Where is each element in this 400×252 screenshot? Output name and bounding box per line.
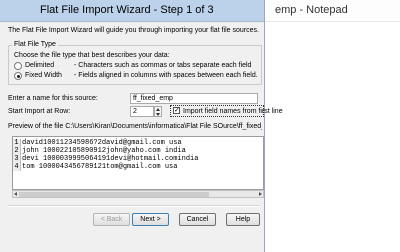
flat-file-import-wizard-dialog: Flat File Import Wizard - Step 1 of 3 Th… bbox=[0, 0, 283, 252]
radio-selected-dot bbox=[16, 74, 20, 78]
start-import-label: Start Import at Row: bbox=[8, 108, 71, 115]
delimited-description: - Characters such as commas or tabs sepa… bbox=[74, 62, 252, 69]
cancel-button[interactable]: Cancel bbox=[179, 213, 216, 226]
fixed-width-label[interactable]: Fixed Width bbox=[25, 71, 62, 80]
preview-row: 1 david100112345986?2david@gmail.com usa bbox=[13, 139, 182, 147]
fixed-width-radio[interactable] bbox=[14, 72, 22, 80]
import-field-names-label[interactable]: Import field names from first line bbox=[183, 107, 283, 116]
scroll-left-icon[interactable] bbox=[14, 192, 17, 196]
preview-row: 4 tom 1000043456789121tom@gmail.com usa bbox=[13, 163, 177, 171]
back-button[interactable]: < Back bbox=[93, 213, 130, 226]
preview-caption: Preview of the file C:\Users\Kiran\Docum… bbox=[8, 123, 262, 130]
stepper-down-icon[interactable] bbox=[156, 113, 160, 116]
dialog-titlebar[interactable]: Flat File Import Wizard - Step 1 of 3 bbox=[0, 0, 264, 22]
checkmark-icon: ✓ bbox=[174, 107, 180, 114]
flat-file-type-caption: Flat File Type bbox=[12, 40, 58, 49]
stepper-up-icon[interactable] bbox=[156, 108, 160, 111]
preview-row: 2 john 100022105890912john@yaho.com india bbox=[13, 147, 186, 155]
next-button[interactable]: Next > bbox=[132, 213, 169, 226]
fixed-width-description: - Fields aligned in columns with spaces … bbox=[74, 72, 258, 79]
row-number: 4 bbox=[13, 163, 21, 171]
scroll-right-icon[interactable] bbox=[259, 192, 262, 196]
delimited-label[interactable]: Delimited bbox=[25, 61, 54, 70]
row-number: 3 bbox=[13, 155, 21, 163]
scrollbar-thumb[interactable] bbox=[19, 192, 209, 197]
row-text: tom 1000043456789121tom@gmail.com usa bbox=[22, 163, 178, 171]
delimited-radio[interactable] bbox=[14, 62, 22, 70]
intro-text: The Flat File Import Wizard will guide y… bbox=[8, 27, 259, 34]
source-name-input[interactable]: ff_fixed_emp bbox=[130, 93, 258, 104]
file-type-instruction: Choose the file type that best describes… bbox=[14, 52, 170, 59]
help-button[interactable]: Help bbox=[226, 213, 260, 226]
row-number: 1 bbox=[13, 139, 21, 147]
row-number: 2 bbox=[13, 147, 21, 155]
file-preview-box[interactable]: 1 david100112345986?2david@gmail.com usa … bbox=[12, 136, 264, 190]
preview-row: 3 devi 1000039995064191devi@hotmail.comin… bbox=[13, 155, 198, 163]
dialog-title: Flat File Import Wizard - Step 1 of 3 bbox=[40, 4, 214, 16]
row-text: david100112345986?2david@gmail.com usa bbox=[22, 139, 182, 147]
notepad-title: emp - Notepad bbox=[275, 4, 348, 16]
preview-horizontal-scrollbar[interactable] bbox=[12, 190, 264, 198]
source-name-label: Enter a name for this source: bbox=[8, 95, 98, 102]
button-separator bbox=[8, 205, 260, 207]
start-import-row-input[interactable]: 2 bbox=[130, 106, 154, 117]
start-import-row-stepper[interactable] bbox=[154, 106, 162, 117]
row-text: john 100022105890912john@yaho.com india bbox=[22, 147, 186, 155]
row-text: devi 1000039995064191devi@hotmail.comind… bbox=[22, 155, 199, 163]
import-field-names-checkbox[interactable]: ✓ bbox=[173, 107, 180, 114]
